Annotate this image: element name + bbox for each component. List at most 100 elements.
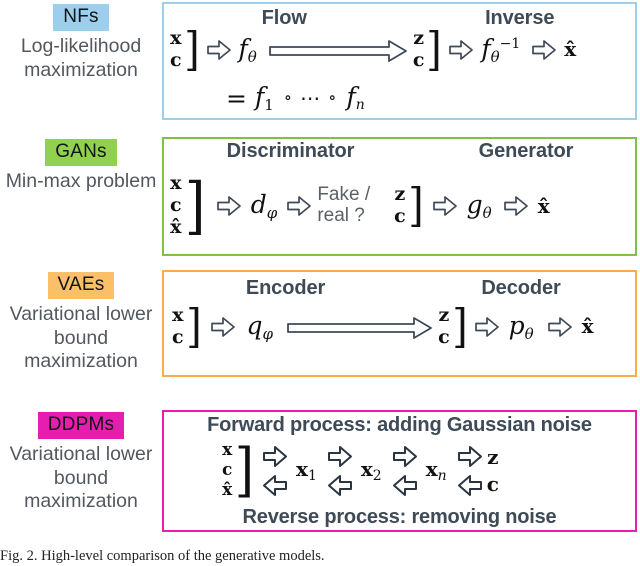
figure-caption: Fig. 2. High-level comparison of the gen… [0, 548, 325, 564]
comp-f1-base: f [254, 82, 265, 111]
comp-fn-base: f [346, 82, 356, 112]
block-arrow-right-icon [210, 316, 235, 338]
arrow-pair-1 [262, 444, 287, 498]
panel-headings-nfs: Flow Inverse [164, 4, 635, 30]
verdict-line-1: Fake / [317, 184, 371, 206]
function-d-phi: dφ [251, 192, 278, 221]
step-x1: x1 [296, 456, 317, 484]
bracket-right-icon: ] [184, 168, 205, 242]
output-vector-xhat: x̂ [564, 37, 577, 62]
comp-f1-sub: 1 [264, 95, 274, 114]
fn-sub-theta-inv: θ [490, 47, 500, 66]
bracket-right-icon: ] [185, 299, 202, 354]
long-block-arrow-right-icon [287, 316, 432, 339]
latent-vector-letters: z c [394, 184, 406, 228]
vaes-pipeline: x c ] qφ z c] pθ x̂ [172, 299, 594, 354]
row-nfs: NFs Log-likelihood maximization Flow Inv… [0, 2, 640, 124]
badge-ddpms: DDPMs [37, 412, 125, 439]
step-xn: xn [426, 458, 447, 484]
input-vector-letters: x c [172, 305, 184, 349]
bracket-right-icon: ] [235, 436, 255, 505]
block-arrow-left-icon [262, 473, 287, 498]
input-vector-nfs: x c ] [170, 22, 201, 77]
reverse-process-title: Reverse process: removing noise [242, 506, 557, 528]
heading-inverse: Inverse [485, 7, 555, 29]
vector-c2: c [486, 472, 499, 496]
badge-vaes: VAEs [47, 272, 115, 299]
fn-sub-theta: θ [247, 47, 257, 66]
latent-vector-letters: z c [413, 28, 425, 72]
vector-c2: c [438, 325, 450, 348]
fn-sub-phi: φ [262, 324, 274, 343]
fn-base-f-inv: f [481, 33, 491, 63]
block-arrow-right-icon [262, 444, 287, 469]
composition-f1: f1 [255, 84, 274, 113]
fn-sub-phi: φ [266, 203, 278, 222]
vector-x: x [172, 304, 184, 326]
composition-circ-2: ∘ [328, 87, 337, 108]
fn-sub-theta: θ [482, 203, 492, 222]
input-vector-gans: x c x̂ ] [170, 173, 207, 239]
row-ddpms: DDPMs Variational lower bound maximizati… [0, 410, 640, 540]
block-arrow-right-icon [457, 444, 482, 469]
output-vector-xhat: x̂ [537, 193, 550, 218]
verdict-text: Fake / real ? [317, 184, 371, 227]
fn-base-g: g [466, 189, 483, 219]
input-vector-vaes: x c ] [172, 299, 203, 354]
nfs-composition: = f1 ∘ ⋯ ∘ fn [226, 84, 365, 113]
block-arrow-right-icon [287, 195, 312, 217]
step-x2: x2 [361, 458, 382, 484]
input-vector-letters: x c [170, 28, 182, 72]
vector-x: x [222, 440, 233, 461]
comp-fn-sub: n [355, 97, 365, 114]
vector-c: c [222, 460, 233, 481]
block-arrow-left-icon [457, 473, 482, 498]
vector-z: z [394, 183, 406, 206]
fn-base-f: f [238, 33, 248, 63]
heading-discriminator: Discriminator [226, 140, 355, 162]
heading-flow: Flow [261, 7, 307, 29]
latent-vector-vaes: z c ] [438, 303, 469, 349]
block-arrow-right-icon [474, 316, 499, 338]
step-x1-sub: 1 [307, 467, 317, 484]
ddpms-chain: x c x̂ ] x1 x2 xn z c [222, 438, 499, 504]
panel-nfs: Flow Inverse x c ] fθ z c] fθ−1 x̂ = f1… [162, 2, 637, 120]
block-arrow-right-icon [206, 39, 231, 61]
function-q-phi: qφ [247, 313, 274, 342]
block-arrow-right-icon [503, 195, 528, 217]
heading-decoder: Decoder [481, 277, 561, 299]
nfs-pipeline: x c ] fθ z c] fθ−1 x̂ [170, 22, 577, 77]
panel-vaes: Encoder Decoder x c ] qφ z c] pθ x̂ [162, 270, 637, 377]
label-col-ddpms: DDPMs Variational lower bound maximizati… [0, 410, 162, 514]
fn-base-p: p [508, 310, 525, 340]
heading-encoder: Encoder [245, 277, 326, 299]
function-f-theta: fθ [239, 36, 257, 65]
function-g-theta: gθ [467, 192, 492, 221]
verdict-line-2: real ? [317, 205, 365, 226]
latent-vector-nfs: z c ] [413, 22, 444, 77]
vector-c2: c [394, 205, 406, 227]
badge-gans: GANs [45, 139, 117, 166]
panel-headings-vaes: Encoder Decoder [164, 272, 635, 300]
step-x1-base: x [296, 456, 308, 481]
composition-equals: = [226, 83, 247, 113]
block-arrow-left-icon [392, 473, 417, 498]
block-arrow-right-icon [532, 39, 557, 61]
objective-gans: Min-max problem [5, 169, 157, 192]
block-arrow-right-icon [327, 444, 352, 469]
composition-dots: ⋯ [300, 86, 321, 111]
label-col-vaes: VAEs Variational lower bound maximizatio… [0, 270, 162, 374]
fn-sub-theta: θ [524, 324, 534, 343]
latent-vector-ddpms: z c [487, 447, 499, 495]
output-vector-xhat: x̂ [581, 314, 594, 339]
bracket-right-icon: ] [183, 22, 200, 77]
objective-vaes: Variational lower bound maximization [9, 302, 153, 373]
badge-nfs: NFs [53, 4, 109, 31]
long-block-arrow-right-icon [268, 39, 407, 62]
input-vector-letters: x c x̂ [222, 441, 232, 501]
label-col-gans: GANs Min-max problem [0, 137, 162, 194]
block-arrow-right-icon [449, 39, 474, 61]
bracket-right-icon: ] [408, 178, 424, 233]
vector-c: c [172, 325, 184, 348]
bracket-right-icon: ] [426, 22, 443, 77]
